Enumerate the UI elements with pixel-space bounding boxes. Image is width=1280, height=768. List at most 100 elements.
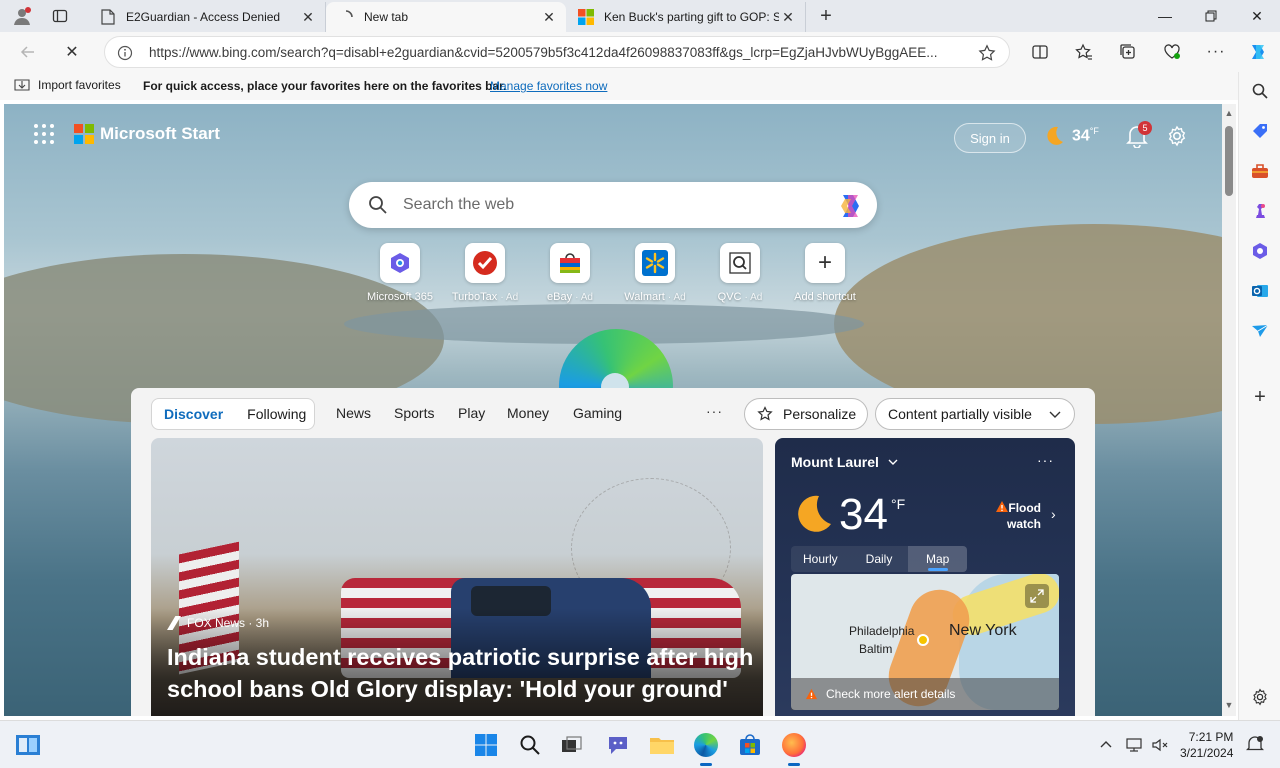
sidebar-m365-button[interactable]: [1249, 240, 1271, 262]
tab-close-button[interactable]: ✕: [299, 8, 317, 26]
shortcut-turbotax[interactable]: TurboTax · Ad: [445, 243, 525, 303]
tab-actions-icon: [52, 9, 68, 23]
teams-chat-button[interactable]: [604, 731, 632, 759]
sidebar-tools-button[interactable]: [1249, 160, 1271, 182]
folder-icon: [650, 738, 674, 754]
page-settings-button[interactable]: [1166, 125, 1188, 147]
shortcut-ebay[interactable]: eBay · Ad: [530, 243, 610, 303]
address-bar[interactable]: https://www.bing.com/search?q=disabl+e2g…: [104, 36, 1010, 68]
new-tab-button[interactable]: +: [812, 4, 840, 28]
shortcut-microsoft-365[interactable]: Microsoft 365: [360, 243, 440, 303]
page-scrollbar[interactable]: ▲ ▼: [1222, 104, 1236, 716]
check-alert-details-link[interactable]: Check more alert details: [791, 678, 1059, 710]
sidebar-search-button[interactable]: [1249, 80, 1271, 102]
manage-favorites-link[interactable]: Manage favorites now: [490, 79, 607, 93]
profile-button[interactable]: [8, 4, 36, 28]
weather-more-button[interactable]: ···: [1037, 452, 1054, 468]
personalize-button[interactable]: Personalize: [744, 398, 868, 430]
tab-actions-button[interactable]: [44, 4, 76, 28]
notification-center-button[interactable]: [1245, 735, 1266, 755]
import-icon: [14, 79, 30, 91]
feed-link-play[interactable]: Play: [458, 405, 485, 421]
stop-loading-button[interactable]: ✕: [58, 38, 86, 66]
tab-ken-buck[interactable]: Ken Buck's parting gift to GOP: S ✕: [566, 2, 806, 32]
volume-button[interactable]: [1150, 735, 1170, 755]
windows-logo-icon: [475, 734, 497, 756]
web-search-box[interactable]: [349, 182, 877, 228]
feed-link-gaming[interactable]: Gaming: [573, 405, 622, 421]
sidebar-add-button[interactable]: +: [1249, 386, 1271, 408]
sidebar-shopping-button[interactable]: [1249, 120, 1271, 142]
weather-tabs: Hourly Daily Map: [791, 546, 967, 572]
scroll-up-icon[interactable]: ▲: [1224, 108, 1234, 118]
brand-name[interactable]: Microsoft Start: [100, 124, 220, 144]
tab-strip: E2Guardian - Access Denied ✕ New tab ✕ K…: [0, 0, 1280, 32]
back-button[interactable]: [14, 38, 42, 66]
network-button[interactable]: [1124, 735, 1144, 755]
flood-watch-alert[interactable]: Flood watch: [1007, 500, 1041, 532]
copilot-icon[interactable]: [835, 192, 865, 220]
browser-essentials-button[interactable]: [1160, 40, 1184, 64]
sidebar-settings-button[interactable]: [1249, 686, 1271, 708]
collections-button[interactable]: [1116, 40, 1140, 64]
feed-link-news[interactable]: News: [336, 405, 371, 421]
task-view-button[interactable]: [558, 731, 586, 759]
file-explorer-button[interactable]: [648, 731, 676, 759]
sidebar-drop-button[interactable]: [1249, 320, 1271, 342]
restore-button[interactable]: [1188, 0, 1234, 32]
taskbar-clock[interactable]: 7:21 PM 3/21/2024: [1180, 729, 1233, 761]
turbotax-icon: [465, 243, 505, 283]
firefox-button[interactable]: [780, 731, 808, 766]
start-button[interactable]: [472, 731, 500, 759]
search-icon: [520, 735, 540, 755]
split-screen-button[interactable]: [1028, 40, 1052, 64]
url-text[interactable]: https://www.bing.com/search?q=disabl+e2g…: [149, 45, 969, 60]
content-visibility-dropdown[interactable]: Content partially visible: [875, 398, 1075, 430]
scrollbar-thumb[interactable]: [1225, 126, 1233, 196]
minimize-button[interactable]: —: [1142, 0, 1188, 32]
scroll-down-icon[interactable]: ▼: [1224, 700, 1234, 710]
taskbar-search-button[interactable]: [516, 731, 544, 759]
close-window-button[interactable]: ✕: [1234, 0, 1280, 32]
weather-location[interactable]: Mount Laurel: [791, 454, 899, 470]
news-headline[interactable]: Indiana student receives patriotic surpr…: [167, 641, 757, 705]
tab-e2guardian[interactable]: E2Guardian - Access Denied ✕: [88, 2, 326, 32]
header-weather[interactable]: 34°F: [1042, 124, 1099, 148]
copilot-button[interactable]: [1246, 40, 1270, 64]
weather-tab-daily[interactable]: Daily: [849, 546, 909, 572]
tab-discover[interactable]: Discover: [152, 406, 235, 422]
tab-close-button[interactable]: ✕: [779, 8, 797, 26]
expand-map-button[interactable]: [1025, 584, 1049, 608]
chess-piece-icon: [1256, 204, 1265, 218]
weather-tab-map[interactable]: Map: [908, 546, 967, 572]
show-hidden-icons-button[interactable]: [1096, 735, 1116, 755]
sidebar-outlook-button[interactable]: [1249, 280, 1271, 302]
clock-date: 3/21/2024: [1180, 746, 1234, 760]
add-shortcut-button[interactable]: + Add shortcut: [785, 243, 865, 303]
favorite-star-icon[interactable]: [977, 43, 997, 63]
import-favorites-button[interactable]: Import favorites: [14, 78, 121, 92]
weather-tab-hourly[interactable]: Hourly: [791, 546, 850, 572]
weather-card[interactable]: Mount Laurel ··· 34 °F Flood watch › Hou…: [775, 438, 1075, 716]
shortcut-walmart[interactable]: Walmart · Ad: [615, 243, 695, 303]
tab-new-tab[interactable]: New tab ✕: [326, 2, 566, 32]
search-input[interactable]: [403, 194, 803, 216]
sign-in-button[interactable]: Sign in: [954, 123, 1026, 153]
settings-more-button[interactable]: ···: [1204, 40, 1228, 64]
tab-following[interactable]: Following: [235, 406, 318, 422]
tab-close-button[interactable]: ✕: [540, 8, 558, 26]
feed-link-money[interactable]: Money: [507, 405, 549, 421]
site-info-icon[interactable]: [115, 43, 135, 63]
alert-line-1: Flood: [1008, 501, 1042, 515]
feed-link-sports[interactable]: Sports: [394, 405, 434, 421]
app-launcher-icon[interactable]: [34, 124, 54, 144]
top-news-card[interactable]: FOX News · 3h Indiana student receives p…: [151, 438, 763, 716]
shortcut-qvc[interactable]: QVC · Ad: [700, 243, 780, 303]
widgets-button[interactable]: [14, 731, 42, 759]
sidebar-games-button[interactable]: [1249, 200, 1271, 222]
favorites-button[interactable]: [1072, 40, 1096, 64]
store-button[interactable]: [736, 731, 764, 759]
notifications-button[interactable]: 5: [1126, 121, 1152, 150]
edge-taskbar-button[interactable]: [692, 731, 720, 766]
feed-more-button[interactable]: ···: [706, 403, 723, 419]
